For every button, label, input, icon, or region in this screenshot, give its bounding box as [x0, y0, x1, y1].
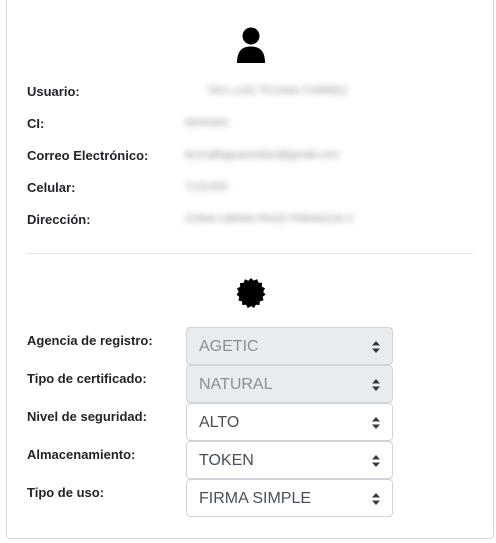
info-row-correo: Correo Electrónico: ticonalfaguarantian@… — [27, 146, 467, 166]
celular-label: Celular: — [27, 180, 76, 195]
select-caret-icon — [372, 417, 380, 429]
field-almacenamiento: Almacenamiento: TOKEN — [27, 441, 407, 479]
almacenamiento-value: TOKEN — [199, 452, 254, 469]
select-caret-icon — [372, 493, 380, 505]
field-agencia-registro: Agencia de registro: AGETIC — [27, 327, 407, 365]
field-nivel-seguridad: Nivel de seguridad: ALTO — [27, 403, 407, 441]
correo-label: Correo Electrónico: — [27, 148, 149, 163]
info-row-celular: Celular: 7131333 — [27, 178, 467, 198]
field-tipo-uso: Tipo de uso: FIRMA SIMPLE — [27, 479, 407, 517]
select-caret-icon — [372, 379, 380, 391]
tipo-certificado-label: Tipo de certificado: — [27, 371, 147, 386]
seal-icon — [236, 278, 266, 309]
nivel-seguridad-select[interactable]: ALTO — [186, 403, 393, 441]
usuario-value: TAS LUIS TICONA TORREZ — [207, 85, 347, 97]
nivel-seguridad-value: ALTO — [199, 414, 240, 431]
direccion-label: Dirección: — [27, 212, 91, 227]
direccion-value: ZONA LIMANI PASO PARAGUA 4 — [185, 213, 353, 225]
info-row-direccion: Dirección: ZONA LIMANI PASO PARAGUA 4 — [27, 210, 467, 230]
usuario-label: Usuario: — [27, 84, 80, 99]
select-caret-icon — [372, 341, 380, 353]
almacenamiento-select[interactable]: TOKEN — [186, 441, 393, 479]
tipo-certificado-select[interactable]: NATURAL — [186, 365, 393, 403]
nivel-seguridad-label: Nivel de seguridad: — [27, 409, 147, 424]
info-row-ci: CI: 9004300 — [27, 114, 467, 134]
info-row-usuario: Usuario: TAS LUIS TICONA TORREZ — [27, 82, 467, 102]
user-certificate-card: Usuario: TAS LUIS TICONA TORREZ CI: 9004… — [6, 0, 494, 539]
field-tipo-certificado: Tipo de certificado: NATURAL — [27, 365, 407, 403]
almacenamiento-label: Almacenamiento: — [27, 447, 136, 462]
ci-label: CI: — [27, 116, 45, 131]
celular-value: 7131333 — [185, 181, 228, 193]
ci-value: 9004300 — [185, 117, 228, 129]
correo-value: ticonalfaguarantian@gmail.com — [185, 149, 340, 161]
tipo-uso-value: FIRMA SIMPLE — [199, 490, 312, 507]
tipo-certificado-value: NATURAL — [199, 376, 273, 393]
select-caret-icon — [372, 455, 380, 467]
agencia-registro-label: Agencia de registro: — [27, 333, 153, 348]
agencia-registro-select[interactable]: AGETIC — [186, 327, 393, 365]
agencia-registro-value: AGETIC — [199, 338, 259, 355]
tipo-uso-label: Tipo de uso: — [27, 485, 105, 500]
tipo-uso-select[interactable]: FIRMA SIMPLE — [186, 479, 393, 517]
section-divider — [27, 253, 473, 254]
user-icon — [237, 27, 265, 63]
